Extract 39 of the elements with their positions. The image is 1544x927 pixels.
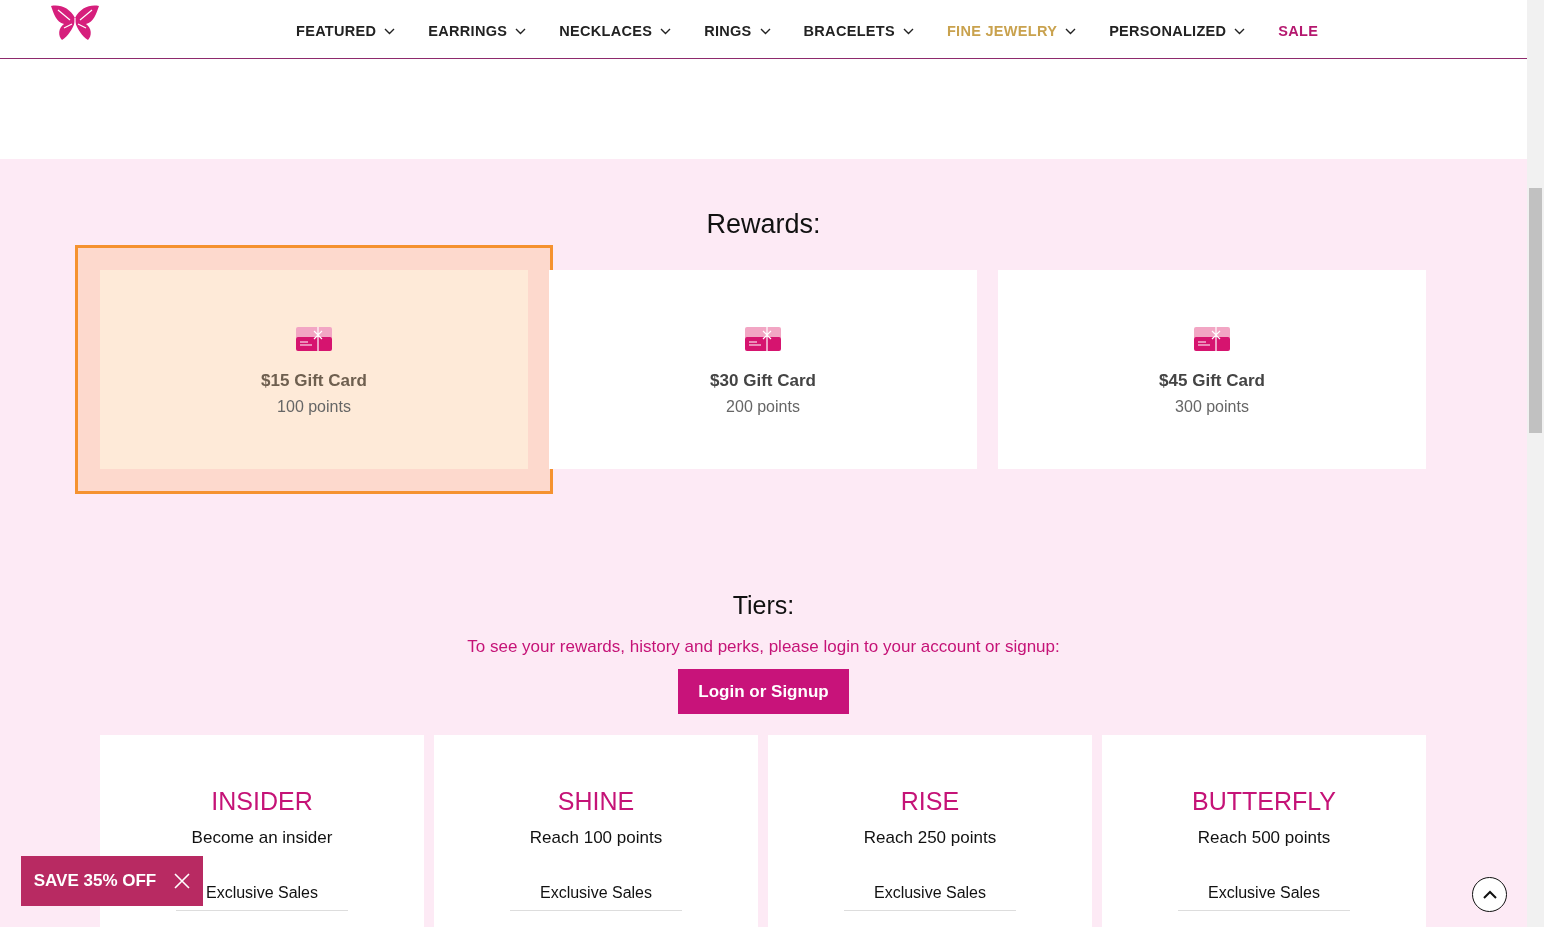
reward-points: 300 points — [1175, 398, 1249, 416]
tier-name: INSIDER — [211, 787, 313, 816]
tier-perk: Exclusive Sales — [1177, 884, 1350, 911]
nav-link[interactable]: PERSONALIZED — [1109, 23, 1246, 39]
reward-points: 200 points — [726, 398, 800, 416]
nav-link[interactable]: NECKLACES — [559, 23, 672, 39]
reward-name: $30 Gift Card — [710, 371, 816, 391]
nav-link[interactable]: BRACELETS — [803, 23, 914, 39]
tier-requirement: Reach 500 points — [1197, 828, 1331, 848]
scrollbar[interactable] — [1527, 0, 1544, 927]
nav-link[interactable]: EARRINGS — [428, 23, 527, 39]
section-title: Tiers: — [731, 591, 796, 620]
gift-card-icon — [1194, 327, 1230, 351]
reward-points: 100 points — [277, 398, 351, 416]
gift-card-icon — [296, 327, 332, 351]
nav-link[interactable]: RINGS — [704, 23, 771, 39]
gift-card-icon — [745, 327, 781, 351]
tier-requirement: Become an insider — [191, 828, 333, 848]
section-title: Rewards: — [705, 209, 822, 240]
close-icon[interactable] — [174, 873, 191, 889]
tier-requirement: Reach 100 points — [529, 828, 663, 848]
tier-perk: Exclusive Sales — [843, 884, 1016, 911]
butterfly-logo[interactable] — [50, 4, 100, 40]
tier-requirement: Reach 250 points — [863, 828, 997, 848]
chevron-up-icon — [1481, 889, 1498, 900]
nav-link[interactable]: FEATURED — [296, 23, 396, 39]
tier-name: RISE — [900, 787, 960, 816]
login-message: To see your rewards, history and perks, please login to your account or signup: — [466, 637, 1061, 657]
promo-badge[interactable]: SAVE 35% OFF — [21, 856, 203, 906]
tier-perk: Exclusive Sales — [509, 884, 682, 911]
reward-card[interactable]: $30 Gift Card 200 points — [549, 270, 977, 469]
nav-link[interactable]: SALE — [1278, 23, 1319, 39]
tier-name: SHINE — [557, 787, 635, 816]
reward-card[interactable]: $45 Gift Card 300 points — [998, 270, 1426, 469]
scrollbar-thumb[interactable] — [1529, 188, 1542, 433]
reward-name: $45 Gift Card — [1159, 371, 1265, 391]
login-signup-button[interactable]: Login or Signup — [678, 669, 849, 714]
reward-name: $15 Gift Card — [261, 371, 367, 391]
tier-name: BUTTERFLY — [1192, 787, 1336, 816]
